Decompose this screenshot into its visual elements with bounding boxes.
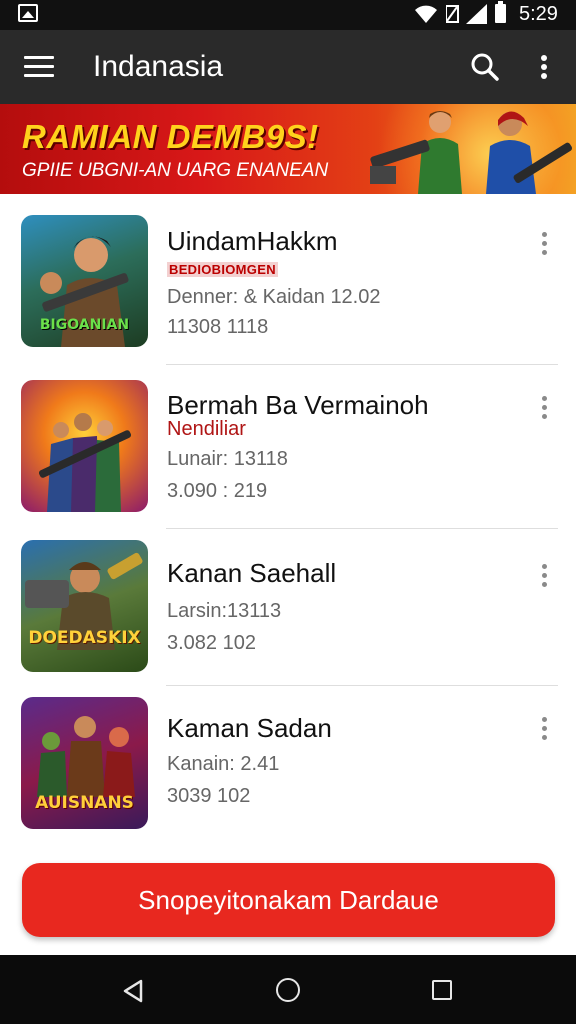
primary-cta-button[interactable]: Snopeyitonakam Dardaue	[22, 863, 555, 937]
back-icon[interactable]	[122, 979, 144, 1003]
game-meta-secondary: 3.090 : 219	[167, 480, 268, 502]
home-icon[interactable]	[276, 978, 300, 1002]
game-tag: BEDIOBIOMGEN	[167, 262, 278, 277]
list-item[interactable]: Bermah Ba Vermainoh Nendiliar Lunair: 13…	[0, 360, 576, 520]
item-more-icon[interactable]	[542, 396, 550, 422]
banner-characters-illustration	[370, 111, 573, 194]
wifi-icon	[415, 5, 437, 23]
game-title: UindamHakkm	[167, 226, 338, 256]
banner-subheadline: GPIIE UBGNI-AN UARG ENANEAN	[22, 160, 329, 181]
status-bar: 5:29	[0, 0, 576, 30]
game-title: Kaman Sadan	[167, 713, 332, 743]
game-tag: Nendiliar	[167, 418, 246, 440]
item-more-icon[interactable]	[542, 232, 550, 258]
game-meta-primary: Kanain: 2.41	[167, 753, 280, 775]
thumbnail-label: AUISNANS	[35, 793, 134, 813]
item-more-icon[interactable]	[542, 717, 550, 743]
signal-icon	[466, 4, 487, 24]
game-meta-secondary: 11308 1118	[167, 316, 269, 338]
game-meta-primary: Lunair: 13118	[167, 448, 288, 470]
status-time: 5:29	[519, 3, 558, 25]
game-thumbnail: AUISNANS	[21, 697, 148, 829]
game-title: Bermah Ba Vermainoh	[167, 390, 429, 420]
battery-icon	[495, 1, 506, 23]
menu-icon[interactable]	[24, 56, 54, 78]
app-title: Indanasia	[93, 50, 224, 83]
game-meta-secondary: 3039 102	[167, 785, 251, 807]
app-bar: Indanasia	[0, 30, 576, 104]
promo-banner[interactable]: RAMIAN DEMB9S! GPIIE UBGNI-AN UARG ENANE…	[0, 104, 576, 194]
list-item[interactable]: AUISNANS Kaman Sadan Kanain: 2.41 3039 1…	[0, 679, 576, 839]
more-vert-icon[interactable]	[541, 55, 549, 81]
thumbnail-label: BIGOANIAN	[39, 317, 130, 333]
list-item[interactable]: DOEDASKIX Kanan Saehall Larsin:13113 3.0…	[0, 522, 576, 682]
list-item[interactable]: BIGOANIAN UindamHakkm BEDIOBIOMGEN Denne…	[0, 194, 576, 354]
banner-headline: RAMIAN DEMB9S!	[22, 118, 319, 155]
game-thumbnail	[21, 380, 148, 512]
game-title: Kanan Saehall	[167, 558, 337, 588]
recents-icon[interactable]	[432, 980, 452, 1000]
game-thumbnail: BIGOANIAN	[21, 215, 148, 347]
system-nav-bar	[0, 955, 576, 1024]
game-meta-primary: Larsin:13113	[167, 600, 282, 622]
game-thumbnail: DOEDASKIX	[21, 540, 148, 672]
image-icon	[18, 4, 38, 22]
item-more-icon[interactable]	[542, 564, 550, 590]
game-meta-primary: Denner: & Kaidan 12.02	[167, 286, 381, 308]
no-data-icon	[446, 5, 459, 23]
game-meta-secondary: 3.082 102	[167, 632, 256, 654]
thumbnail-label: DOEDASKIX	[28, 628, 141, 648]
search-icon[interactable]	[470, 52, 500, 82]
